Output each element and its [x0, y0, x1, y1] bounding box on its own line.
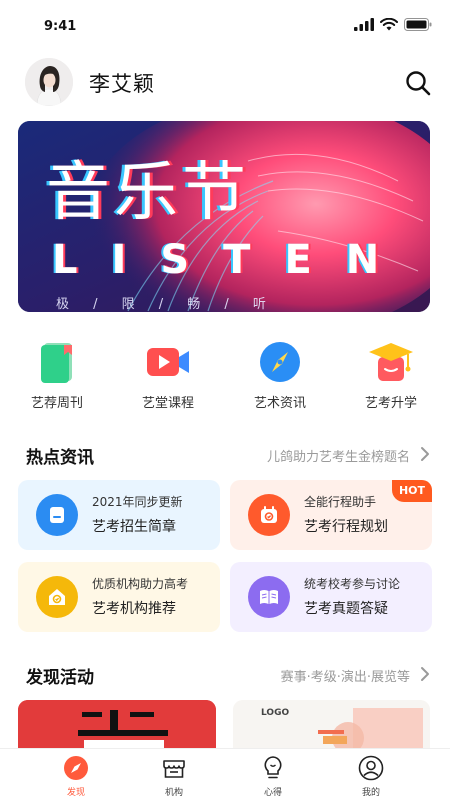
signal-icon [354, 18, 374, 31]
card-subtitle: 优质机构助力高考 [92, 577, 189, 591]
banner-title: 音乐节 [46, 156, 250, 230]
activity-logo: LOGO [261, 708, 290, 718]
discover-more-link[interactable]: 赛事·考级·演出·展览等 [281, 666, 410, 685]
status-time: 9:41 [44, 19, 77, 34]
discover-header: 发现活动 赛事·考级·演出·展览等 [0, 660, 450, 690]
lightbulb-icon [264, 756, 282, 779]
activity-card[interactable]: LOGO [233, 700, 430, 748]
status-bar: 9:41 [0, 0, 450, 50]
house-icon [36, 576, 78, 618]
user-name[interactable]: 李艾颖 [89, 68, 155, 98]
document-icon [36, 494, 78, 536]
quick-link-news[interactable]: 艺术资讯 [230, 335, 330, 415]
quick-links: 艺荐周刊 艺堂课程 艺术资讯 艺考升学 [0, 335, 450, 415]
header: 李艾颖 [0, 55, 450, 111]
news-card-schedule[interactable]: 全能行程助手 艺考行程规划 HOT [230, 480, 432, 550]
user-icon [358, 755, 384, 781]
quick-link-admission[interactable]: 艺考升学 [341, 335, 441, 415]
quick-link-label: 艺堂课程 [141, 396, 194, 411]
activity-thumbnail [18, 700, 216, 748]
battery-icon [404, 18, 432, 31]
hot-badge: HOT [392, 480, 432, 502]
open-book-icon [248, 576, 290, 618]
wifi-icon [380, 18, 398, 31]
tab-discover[interactable]: 发现 [46, 753, 106, 799]
tab-institution[interactable]: 机构 [144, 753, 204, 799]
quick-link-courses[interactable]: 艺堂课程 [118, 335, 218, 415]
quick-link-label: 艺考升学 [364, 396, 417, 411]
search-icon[interactable] [404, 69, 432, 97]
calendar-icon [248, 494, 290, 536]
chevron-right-icon[interactable] [418, 445, 432, 463]
storefront-icon [163, 760, 185, 778]
card-subtitle: 2021年同步更新 [92, 495, 183, 509]
compass-icon [260, 342, 300, 382]
tab-label: 发现 [66, 788, 85, 798]
tab-label: 心得 [263, 788, 282, 798]
graduation-cap-icon [369, 343, 413, 381]
card-title: 艺考真题答疑 [304, 601, 388, 617]
card-title: 艺考招生简章 [92, 519, 176, 535]
video-icon [147, 348, 189, 376]
bottom-tabbar: 发现 机构 心得 我的 [0, 748, 450, 800]
card-subtitle: 统考校考参与讨论 [304, 577, 401, 591]
tab-profile[interactable]: 我的 [341, 753, 401, 799]
hot-news-title: 热点资讯 [26, 448, 94, 468]
quick-link-label: 艺荐周刊 [30, 396, 83, 411]
avatar-portrait-icon [25, 58, 73, 106]
card-subtitle: 全能行程助手 [304, 495, 377, 509]
tab-insights[interactable]: 心得 [243, 753, 303, 799]
quick-link-weekly[interactable]: 艺荐周刊 [7, 335, 107, 415]
card-title: 艺考机构推荐 [92, 601, 176, 617]
status-icons [354, 18, 432, 31]
tab-label: 机构 [164, 788, 183, 798]
hot-news-more-link[interactable]: 儿鸽助力艺考生金榜题名 [267, 446, 410, 465]
book-icon [41, 343, 72, 383]
news-card-admission-guide[interactable]: 2021年同步更新 艺考招生简章 [18, 480, 220, 550]
quick-link-label: 艺术资讯 [253, 396, 306, 411]
avatar[interactable] [25, 58, 73, 106]
discover-title: 发现活动 [26, 668, 94, 688]
news-card-institution[interactable]: 优质机构助力高考 艺考机构推荐 [18, 562, 220, 632]
news-card-exam-qa[interactable]: 统考校考参与讨论 艺考真题答疑 [230, 562, 432, 632]
tab-label: 我的 [361, 788, 380, 798]
compass-icon [64, 756, 88, 780]
banner-subtitle: 极 / 限 / 畅 / 听 [56, 297, 276, 312]
activity-card[interactable] [18, 700, 216, 748]
chevron-right-icon[interactable] [418, 665, 432, 683]
card-title: 艺考行程规划 [304, 519, 388, 535]
banner-title-en: LISTEN [52, 237, 414, 283]
hero-banner[interactable]: 音乐节 LISTEN 极 / 限 / 畅 / 听 [18, 121, 430, 312]
hot-news-header: 热点资讯 儿鸽助力艺考生金榜题名 [0, 440, 450, 470]
